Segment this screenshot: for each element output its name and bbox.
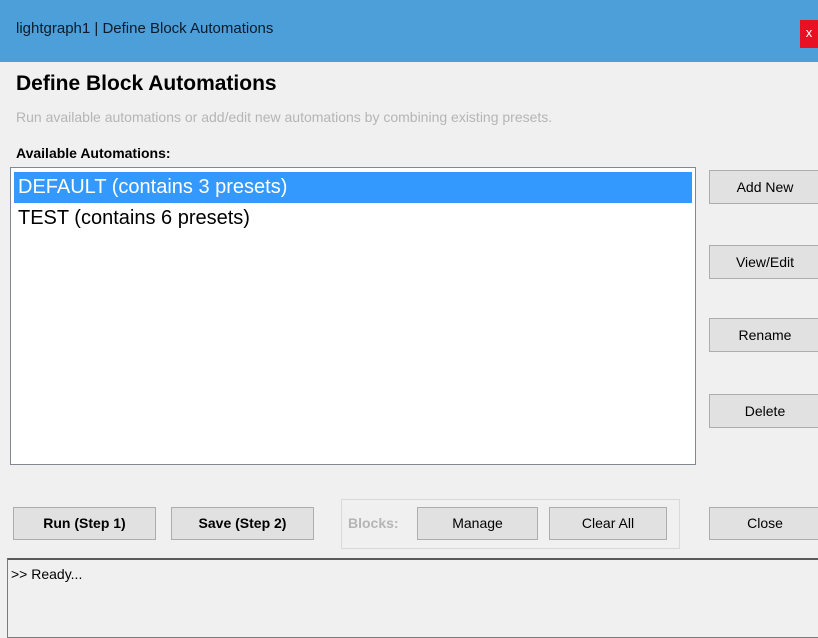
- rename-button[interactable]: Rename: [709, 318, 818, 352]
- window-title: lightgraph1 | Define Block Automations: [16, 20, 274, 37]
- list-item-default[interactable]: DEFAULT (contains 3 presets): [14, 172, 692, 203]
- title-bar: lightgraph1 | Define Block Automations: [0, 0, 818, 62]
- automations-listbox[interactable]: DEFAULT (contains 3 presets) TEST (conta…: [10, 167, 696, 465]
- status-log-box[interactable]: [7, 558, 818, 638]
- save-step2-button[interactable]: Save (Step 2): [171, 507, 314, 540]
- list-item-test[interactable]: TEST (contains 6 presets): [14, 203, 692, 234]
- blocks-label: Blocks:: [348, 515, 399, 531]
- add-new-button[interactable]: Add New: [709, 170, 818, 204]
- window-close-button[interactable]: x: [800, 20, 818, 48]
- status-text: >> Ready...: [11, 566, 83, 582]
- delete-button[interactable]: Delete: [709, 394, 818, 428]
- page-title: Define Block Automations: [16, 72, 277, 95]
- view-edit-button[interactable]: View/Edit: [709, 245, 818, 279]
- automations-list-label: Available Automations:: [16, 145, 171, 161]
- page-subtitle: Run available automations or add/edit ne…: [16, 109, 553, 125]
- close-button[interactable]: Close: [709, 507, 818, 540]
- clear-all-blocks-button[interactable]: Clear All: [549, 507, 667, 540]
- manage-blocks-button[interactable]: Manage: [417, 507, 538, 540]
- run-step1-button[interactable]: Run (Step 1): [13, 507, 156, 540]
